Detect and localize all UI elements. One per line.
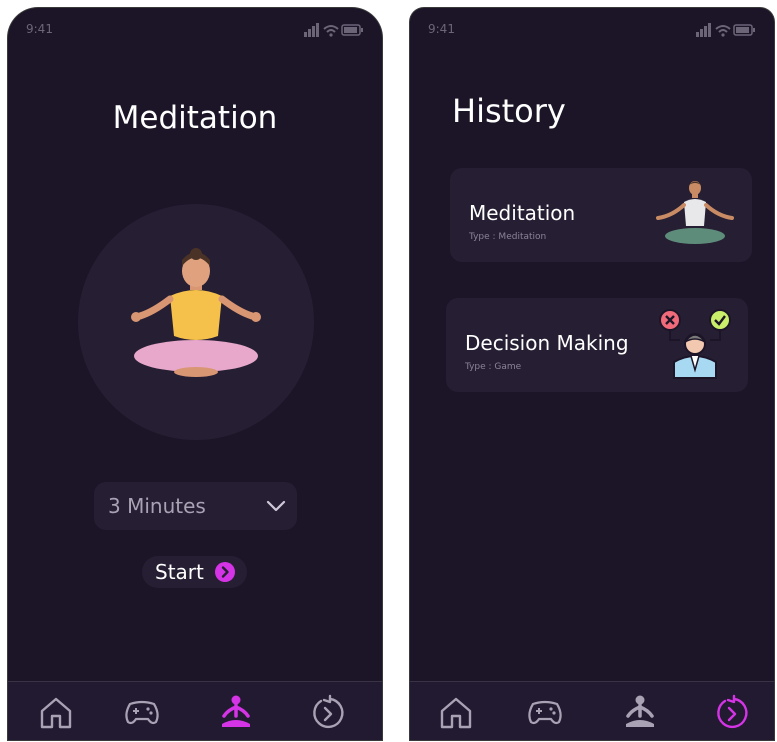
history-item-type: Type : Game bbox=[465, 362, 522, 372]
nav-home[interactable] bbox=[36, 694, 76, 730]
status-time: 9:41 bbox=[428, 22, 455, 36]
bottom-nav bbox=[410, 681, 774, 740]
meditating-man-icon bbox=[656, 181, 734, 244]
gamepad-icon bbox=[125, 700, 159, 725]
chevron-down-icon bbox=[266, 500, 286, 512]
page-title: Meditation bbox=[112, 100, 278, 136]
bottom-nav bbox=[8, 681, 382, 740]
nav-history[interactable] bbox=[712, 694, 752, 730]
status-bar: 9:41 bbox=[26, 22, 364, 38]
history-icon bbox=[717, 694, 748, 729]
decision-making-icon bbox=[659, 309, 731, 379]
meditation-icon bbox=[626, 695, 654, 727]
nav-home[interactable] bbox=[436, 694, 476, 730]
arrow-right-circle-icon bbox=[215, 562, 235, 582]
history-screen: 9:41 History Meditation Type : Meditatio… bbox=[410, 8, 774, 740]
status-icons bbox=[304, 23, 363, 37]
history-item-type: Type : Meditation bbox=[469, 232, 547, 242]
history-item-title: Meditation bbox=[469, 201, 576, 225]
status-icons bbox=[696, 23, 755, 37]
start-label: Start bbox=[155, 560, 204, 584]
home-icon bbox=[440, 697, 472, 729]
nav-meditation[interactable] bbox=[216, 694, 256, 730]
meditation-icon bbox=[222, 695, 250, 727]
gamepad-icon bbox=[528, 700, 562, 725]
status-time: 9:41 bbox=[26, 22, 53, 36]
nav-games[interactable] bbox=[121, 694, 161, 730]
nav-history[interactable] bbox=[308, 694, 348, 730]
start-button[interactable]: Start bbox=[142, 556, 247, 588]
nav-games[interactable] bbox=[524, 694, 564, 730]
meditation-illustration bbox=[78, 204, 314, 440]
history-item-meditation[interactable]: Meditation Type : Meditation bbox=[450, 168, 752, 262]
duration-select[interactable]: 3 Minutes bbox=[94, 482, 297, 530]
meditation-screen: 9:41 Meditation 3 Minutes Start bbox=[8, 8, 382, 740]
home-icon bbox=[40, 697, 72, 729]
history-item-decision-making[interactable]: Decision Making Type : Game bbox=[446, 298, 748, 392]
history-item-title: Decision Making bbox=[465, 331, 629, 355]
status-bar: 9:41 bbox=[428, 22, 756, 38]
nav-meditation[interactable] bbox=[620, 694, 660, 730]
history-icon bbox=[313, 694, 344, 729]
meditating-woman-icon bbox=[131, 248, 261, 377]
page-title: History bbox=[452, 92, 566, 130]
duration-value: 3 Minutes bbox=[108, 494, 206, 518]
